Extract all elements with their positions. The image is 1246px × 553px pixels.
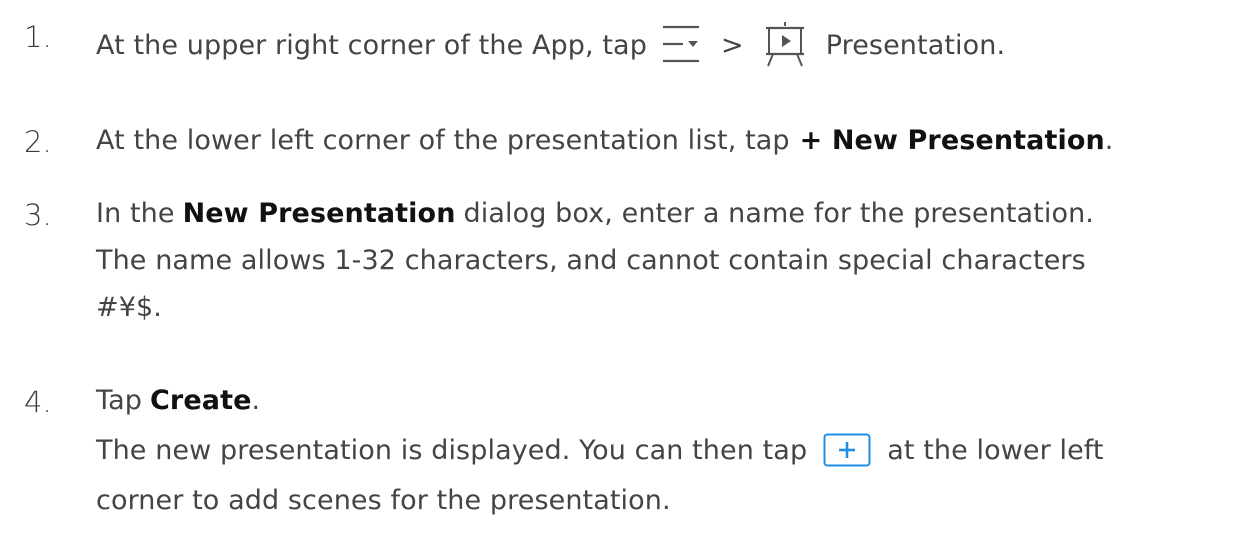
step-number: 3. [24,198,52,232]
step-3-line-3: #¥$. [96,292,162,323]
step-4-line-2: The new presentation is displayed. You c… [96,433,1104,467]
step-3-line-2: The name allows 1-32 characters, and can… [96,245,1086,276]
step-4-text-b: . [251,385,261,416]
step-2-text-a: At the lower left corner of the presenta… [96,125,790,156]
step-4-line-3: corner to add scenes for the presentatio… [96,485,671,516]
menu-separator: > [720,29,744,61]
step-2-line: At the lower left corner of the presenta… [96,125,1113,156]
new-presentation-dialog-label: New Presentation [182,198,456,229]
step-1-line: At the upper right corner of the App, ta… [96,20,1005,70]
step-4-text-a: Tap [96,385,143,416]
step-3-line-1: In the New Presentation dialog box, ente… [96,198,1094,229]
new-presentation-label: + New Presentation [799,125,1105,156]
create-label: Create [150,385,252,416]
step-2-text-b: . [1104,125,1114,156]
step-number: 4. [24,385,52,419]
presentation-screen-icon [762,20,808,70]
step-3-text-b: dialog box, enter a name for the present… [463,198,1094,229]
step-number: 2. [24,125,52,159]
add-scene-icon [823,433,871,467]
menu-dropdown-icon [661,23,703,67]
step-4-line-2-a: The new presentation is displayed. You c… [96,434,808,466]
step-number: 1. [24,20,52,54]
step-1-text-a: At the upper right corner of the App, ta… [96,29,647,61]
step-4-line-2-b: at the lower left [887,434,1104,466]
step-1-text-b: Presentation. [825,29,1006,61]
step-4-line-1: Tap Create . [96,385,260,416]
step-3-text-a: In the [96,198,175,229]
